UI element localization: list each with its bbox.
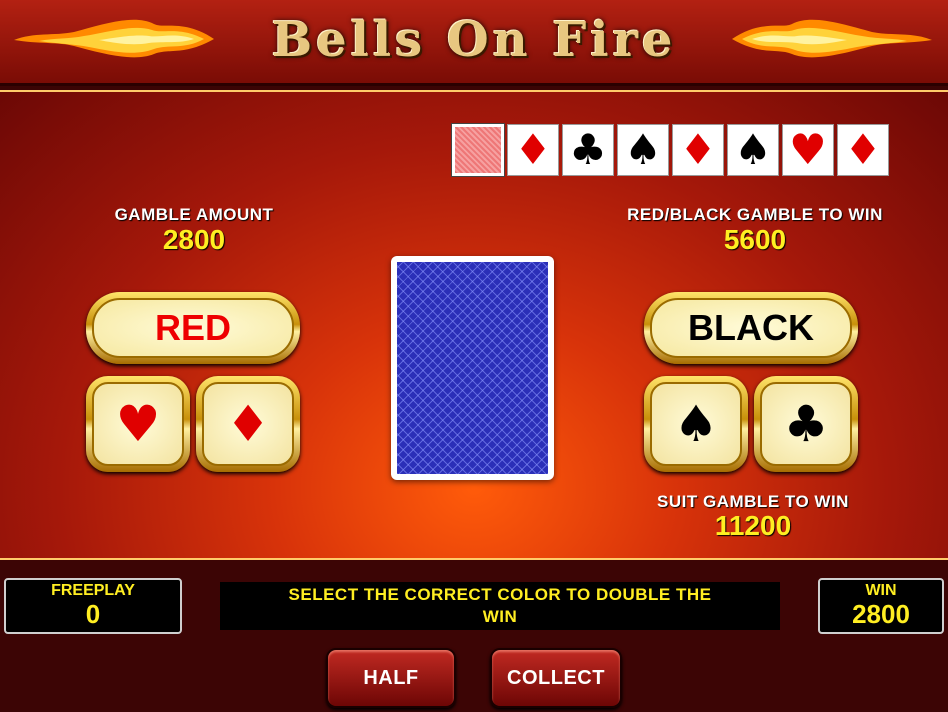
gamble-card (391, 256, 554, 480)
win-box: WIN 2800 (818, 578, 944, 634)
history-card-spade-icon: ♠ (617, 124, 669, 176)
history-card-back (451, 123, 505, 177)
history-card-diamond-icon: ♦ (507, 124, 559, 176)
freeplay-label: FREEPLAY (51, 582, 135, 599)
flame-right-icon (732, 19, 932, 58)
heart-button[interactable]: ♥ (86, 376, 190, 472)
diamond-icon: ♦ (202, 382, 294, 466)
win-value: 2800 (852, 599, 910, 629)
gamble-amount-value: 2800 (162, 224, 226, 255)
collect-button[interactable]: COLLECT (490, 648, 622, 708)
suit-gamble-value: 11200 (714, 510, 792, 541)
red-button-label: RED (92, 298, 294, 358)
history-card-club-icon: ♣ (562, 124, 614, 176)
club-icon: ♣ (760, 382, 852, 466)
history-card-spade-icon: ♠ (727, 124, 779, 176)
card-history: ♦ ♣ ♠ ♦ ♠ ♥ ♦ (451, 123, 889, 177)
history-card-diamond-icon: ♦ (837, 124, 889, 176)
redblack-gamble-label: RED/BLACK GAMBLE TO WIN (627, 205, 883, 224)
history-card-heart-icon: ♥ (782, 124, 834, 176)
gamble-amount-label: GAMBLE AMOUNT (114, 205, 274, 224)
freeplay-value: 0 (85, 599, 101, 629)
game-header: Bells On Fire (0, 0, 948, 86)
club-button[interactable]: ♣ (754, 376, 858, 472)
heart-icon: ♥ (92, 382, 184, 466)
status-message: SELECT THE CORRECT COLOR TO DOUBLE THE W… (220, 582, 780, 630)
diamond-button[interactable]: ♦ (196, 376, 300, 472)
red-button[interactable]: RED (86, 292, 300, 364)
redblack-gamble-value: 5600 (723, 224, 787, 255)
win-label: WIN (865, 582, 897, 599)
card-back-pattern (397, 262, 548, 474)
history-card-diamond-icon: ♦ (672, 124, 724, 176)
spade-button[interactable]: ♠ (644, 376, 748, 472)
black-button-label: BLACK (650, 298, 852, 358)
suit-gamble-label: SUIT GAMBLE TO WIN (657, 492, 849, 511)
half-button[interactable]: HALF (326, 648, 456, 708)
spade-icon: ♠ (650, 382, 742, 466)
freeplay-box: FREEPLAY 0 (4, 578, 182, 634)
black-button[interactable]: BLACK (644, 292, 858, 364)
